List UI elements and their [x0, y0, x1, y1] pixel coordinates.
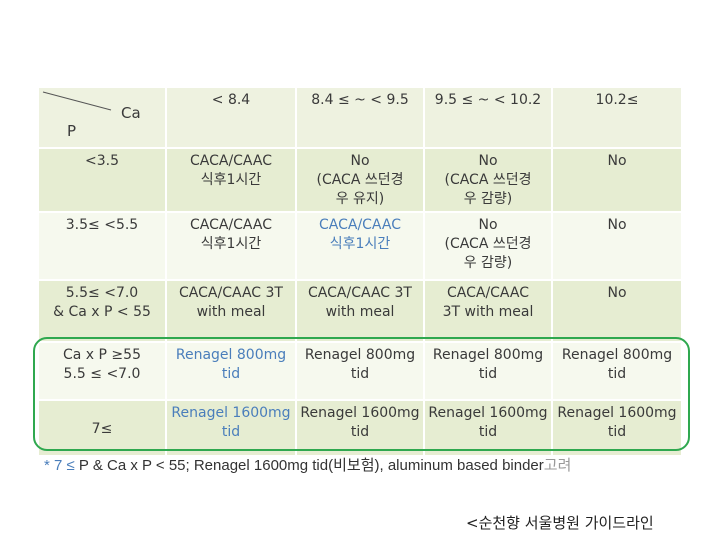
table-cell: CACA/CAAC 3T with meal — [423, 279, 553, 343]
table-cell: CACA/CAAC 식후1시간 — [165, 211, 297, 281]
table-cell: No (CACA 쓰던경 우 감량) — [423, 147, 553, 213]
table-row: 3.5≤ <5.5 CACA/CAAC 식후1시간 CACA/CAAC 식후1시… — [37, 211, 683, 281]
row-label-text: <3.5 — [85, 153, 119, 169]
source-citation: <순천향 서울병원 가이드라인 — [466, 514, 654, 532]
cell-line: (CACA 쓰던경 — [316, 172, 404, 188]
cell-line: 3T with meal — [442, 304, 534, 320]
cell-line: 우 유지) — [335, 191, 385, 207]
row-label: 3.5≤ <5.5 — [37, 211, 167, 281]
cell-line: 우 감량) — [463, 255, 513, 271]
cell-line: No — [607, 153, 627, 169]
corner-cell: Ca P — [37, 86, 167, 149]
table-row: <3.5 CACA/CAAC 식후1시간 No (CACA 쓰던경 우 유지) … — [37, 147, 683, 213]
table-cell: No — [551, 211, 683, 281]
cell-line: No — [350, 153, 370, 169]
cell-line: CACA/CAAC 3T — [179, 285, 283, 301]
footnote-text: P & Ca x P < 55; Renagel 1600mg tid(비보험)… — [74, 457, 544, 474]
row-label-text: 5.5≤ <7.0 — [65, 285, 139, 301]
row-label-text: & Ca x P < 55 — [53, 304, 151, 320]
footnote: * 7 ≤ P & Ca x P < 55; Renagel 1600mg ti… — [44, 454, 571, 475]
header-row: Ca P < 8.4 8.4 ≤ ~ < 9.5 9.5 ≤ ~ < 10.2 … — [37, 86, 683, 149]
column-header: 9.5 ≤ ~ < 10.2 — [423, 86, 553, 149]
row-label: <3.5 — [37, 147, 167, 213]
row-label: 5.5≤ <7.0 & Ca x P < 55 — [37, 279, 167, 343]
highlight-box — [33, 337, 690, 451]
column-header: 8.4 ≤ ~ < 9.5 — [295, 86, 425, 149]
cell-line: 우 감량) — [463, 191, 513, 207]
cell-line: with meal — [196, 304, 266, 320]
cell-line: with meal — [325, 304, 395, 320]
cell-line: No — [607, 285, 627, 301]
cell-line: CACA/CAAC — [318, 217, 402, 233]
corner-label-ca: Ca — [121, 104, 141, 122]
table-row: 5.5≤ <7.0 & Ca x P < 55 CACA/CAAC 3T wit… — [37, 279, 683, 343]
column-header: < 8.4 — [165, 86, 297, 149]
table-cell: CACA/CAAC 3T with meal — [295, 279, 425, 343]
cell-line: No — [478, 153, 498, 169]
cell-line: CACA/CAAC — [189, 217, 273, 233]
cell-line: No — [478, 217, 498, 233]
table-cell: CACA/CAAC 식후1시간 — [165, 147, 297, 213]
corner-label-p: P — [67, 122, 77, 140]
table-cell: No (CACA 쓰던경 우 유지) — [295, 147, 425, 213]
cell-line: 식후1시간 — [200, 236, 262, 252]
table-cell: CACA/CAAC 식후1시간 — [295, 211, 425, 281]
table-cell: No — [551, 279, 683, 343]
footnote-faded-text: 고려 — [543, 457, 572, 474]
table-cell: CACA/CAAC 3T with meal — [165, 279, 297, 343]
cell-line: CACA/CAAC — [446, 285, 530, 301]
cell-line: (CACA 쓰던경 — [444, 172, 532, 188]
cell-line: No — [607, 217, 627, 233]
table-cell: No — [551, 147, 683, 213]
column-header: 10.2≤ — [551, 86, 683, 149]
cell-line: 식후1시간 — [200, 172, 262, 188]
cell-line: CACA/CAAC 3T — [308, 285, 412, 301]
cell-line: 식후1시간 — [329, 236, 391, 252]
table-cell: No (CACA 쓰던경 우 감량) — [423, 211, 553, 281]
diagonal-divider — [42, 91, 112, 111]
row-label-text: 3.5≤ <5.5 — [65, 217, 139, 233]
cell-line: CACA/CAAC — [189, 153, 273, 169]
cell-line: (CACA 쓰던경 — [444, 236, 532, 252]
footnote-star: * 7 ≤ — [44, 457, 75, 474]
